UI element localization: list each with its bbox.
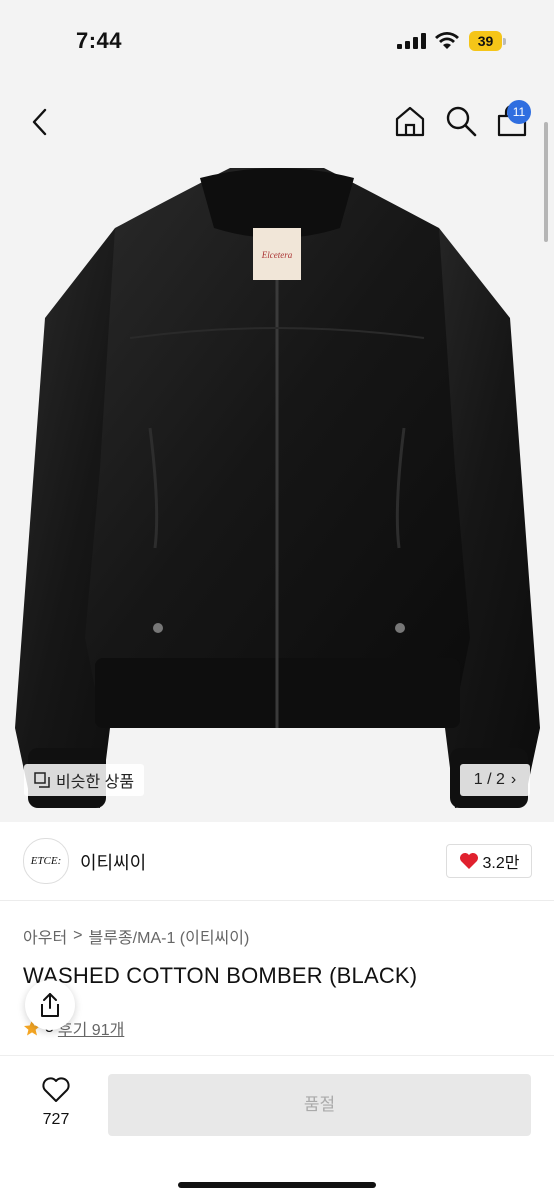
brand-row[interactable]: ETCE: 이티씨이 3.2만 [0, 822, 554, 901]
wishlist-button[interactable]: 727 [32, 1076, 80, 1129]
breadcrumb: 아우터 > 블루종/MA-1 (이티씨이) [23, 924, 249, 948]
product-title: WASHED COTTON BOMBER (BLACK) [23, 963, 418, 988]
status-bar: 7:44 39 [0, 0, 554, 84]
similar-products-button[interactable]: 비슷한 상품 [24, 764, 145, 796]
image-counter-text: 1 / 2 [473, 771, 505, 788]
bottom-action-bar: 727 품절 [0, 1055, 554, 1201]
brand-like-count: 3.2만 [482, 855, 520, 872]
product-image: Elcetera [15, 168, 540, 808]
back-icon[interactable] [24, 106, 56, 138]
cart-count-badge: 11 [507, 100, 531, 124]
share-icon [41, 993, 59, 1017]
breadcrumb-item-outer[interactable]: 아우터 [23, 924, 67, 948]
similar-products-label: 비슷한 상품 [56, 774, 135, 791]
status-time: 7:44 [76, 28, 123, 53]
sold-out-button[interactable]: 품절 [108, 1074, 531, 1136]
wifi-icon [435, 32, 459, 49]
breadcrumb-item-category[interactable]: 블루종/MA-1 (이티씨이) [89, 924, 250, 948]
brand-logo[interactable]: ETCE: [23, 838, 69, 884]
brand-like-button[interactable]: 3.2만 [446, 844, 532, 878]
image-counter[interactable]: 1 / 2 › [460, 764, 530, 796]
home-indicator[interactable] [178, 1182, 376, 1188]
similar-products-icon [34, 772, 50, 788]
chevron-right-icon: › [510, 771, 517, 788]
wishlist-count: 727 [42, 1111, 70, 1128]
heart-outline-icon [42, 1077, 70, 1102]
battery-level: 39 [469, 31, 502, 51]
share-button[interactable] [25, 980, 75, 1030]
home-icon[interactable] [393, 104, 427, 138]
cellular-signal-icon [397, 33, 426, 49]
breadcrumb-separator: > [73, 927, 83, 944]
search-icon[interactable] [444, 104, 478, 138]
heart-filled-icon [459, 853, 478, 869]
brand-name[interactable]: 이티씨이 [80, 849, 146, 875]
product-image-gallery[interactable]: 11 Elcetera 비슷한 상품 1 / 2 › [0, 84, 554, 822]
svg-text:Elcetera: Elcetera [261, 250, 293, 260]
battery-icon: 39 [469, 31, 507, 51]
